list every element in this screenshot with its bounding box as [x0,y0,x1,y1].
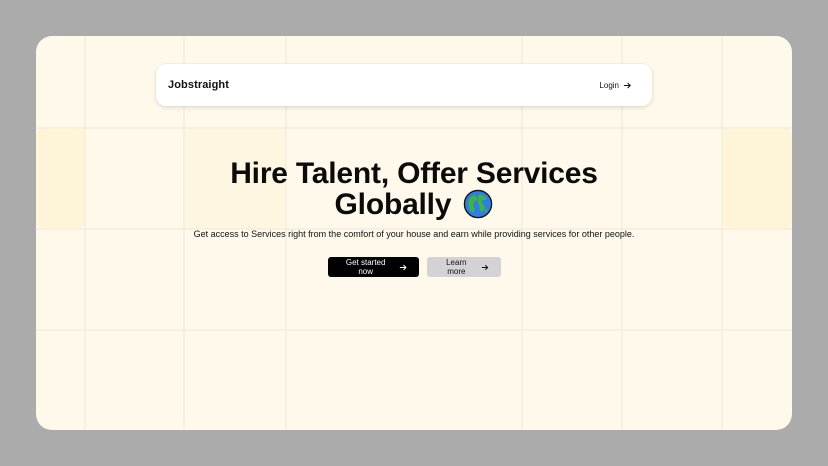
login-label: Login [599,80,619,90]
arrow-right-icon [623,82,631,88]
top-navbar: Jobstraight Login [156,64,652,106]
headline-line-2: Globally [334,188,452,221]
arrow-right-icon [399,264,407,270]
hero-actions: Get started now Learn more [36,257,792,277]
arrow-right-icon [481,264,489,270]
learn-more-button[interactable]: Learn more [426,257,501,277]
hero-subtitle: Get access to Services right from the co… [193,229,635,239]
hero-section: Hire Talent, Offer Services Globally Get… [36,158,792,277]
headline-line-1: Hire Talent, Offer Services [230,157,598,190]
brand-logo[interactable]: Jobstraight [168,79,229,91]
page-frame: Jobstraight Login Hire Talent, Offer Ser… [36,36,792,430]
login-link[interactable]: Login [599,81,632,90]
learn-more-label: Learn more [446,258,467,276]
get-started-button[interactable]: Get started now [327,257,419,277]
hero-headline: Hire Talent, Offer Services Globally [36,158,792,220]
globe-icon [464,189,493,219]
get-started-label: Get started now [345,258,386,276]
